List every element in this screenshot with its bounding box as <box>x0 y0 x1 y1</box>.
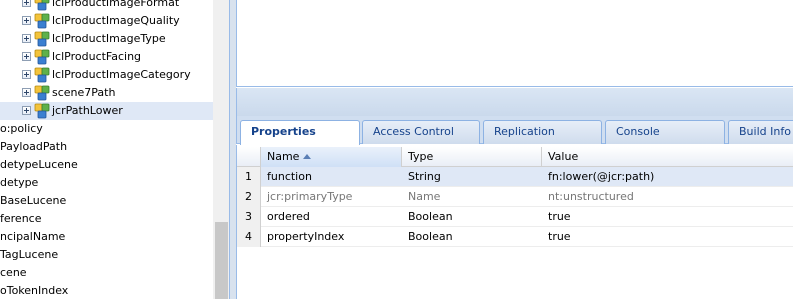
node-icon <box>34 0 50 11</box>
node-icon <box>34 49 50 65</box>
tree-node-label: jcrPathLower <box>52 104 123 117</box>
content-panel <box>236 0 793 87</box>
panel-header-bar <box>236 88 793 116</box>
panel-splitter[interactable] <box>229 0 236 299</box>
cell-name: ordered <box>267 210 310 223</box>
tree-node-label: lclProductFacing <box>52 50 142 63</box>
cell-type: Name <box>408 190 441 203</box>
expand-icon[interactable] <box>22 70 31 79</box>
tab-label: Replication <box>494 125 555 138</box>
cell-name: propertyIndex <box>267 230 345 243</box>
tree-node-label: ference <box>0 212 42 225</box>
cell-type: Boolean <box>408 210 453 223</box>
header-rownum <box>237 147 261 167</box>
tab-build-info[interactable]: Build Info <box>728 120 793 144</box>
tab-replication[interactable]: Replication <box>483 120 602 144</box>
cell-value: fn:lower(@jcr:path) <box>548 170 655 183</box>
cell-type: String <box>408 170 441 183</box>
node-icon <box>34 13 50 29</box>
cell-name: function <box>267 170 312 183</box>
header-type-label: Type <box>408 150 434 163</box>
tree-node-label: cene <box>0 266 27 279</box>
expand-icon[interactable] <box>22 88 31 97</box>
tree-node[interactable]: detype <box>0 174 229 192</box>
row-number: 1 <box>237 167 261 187</box>
tab-access-control[interactable]: Access Control <box>362 120 480 144</box>
tree-node[interactable]: TagLucene <box>0 246 229 264</box>
header-value[interactable]: Value <box>542 147 793 167</box>
expand-icon[interactable] <box>22 34 31 43</box>
tab-bar: Properties Access Control Replication Co… <box>236 116 793 145</box>
node-icon <box>34 85 50 101</box>
cell-value: true <box>548 230 571 243</box>
cell-value: true <box>548 210 571 223</box>
table-row[interactable]: 4 propertyIndex Boolean true <box>237 227 793 247</box>
header-name[interactable]: Name <box>261 147 402 167</box>
tree-node-label: oTokenIndex <box>0 284 69 297</box>
tree-node[interactable]: lclProductImageCategory <box>0 66 229 84</box>
tree-node-label: o:policy <box>0 122 43 135</box>
tab-label: Build Info <box>739 125 791 138</box>
properties-grid: Name Type Value 1 function String fn:low… <box>236 145 793 299</box>
tree-node[interactable]: cene <box>0 264 229 282</box>
tree-node-label: lclProductImageCategory <box>52 68 191 81</box>
tree-node[interactable]: PayloadPath <box>0 138 229 156</box>
tree-node-label: lclProductImageFormat <box>52 0 180 9</box>
tree-node[interactable]: detypeLucene <box>0 156 229 174</box>
node-icon <box>34 103 50 119</box>
cell-type: Boolean <box>408 230 453 243</box>
expand-icon[interactable] <box>22 106 31 115</box>
tree-node-label: lclProductImageType <box>52 32 166 45</box>
tree-node-label: lclProductImageQuality <box>52 14 180 27</box>
tree-node[interactable]: oTokenIndex <box>0 282 229 299</box>
tree-node[interactable]: lclProductImageQuality <box>0 12 229 30</box>
scrollbar-thumb[interactable] <box>215 222 228 299</box>
node-icon <box>34 31 50 47</box>
cell-name: jcr:primaryType <box>267 190 353 203</box>
tree-node[interactable]: lclProductImageType <box>0 30 229 48</box>
header-type[interactable]: Type <box>402 147 542 167</box>
tree-node-label: PayloadPath <box>0 140 68 153</box>
tab-label: Properties <box>251 125 316 138</box>
tree-panel: lclProductImageFormat lclProductImageQua… <box>0 0 229 299</box>
tree-node[interactable]: scene7Path <box>0 84 229 102</box>
tab-label: Console <box>616 125 660 138</box>
tree-node-label: detypeLucene <box>0 158 78 171</box>
tree-node[interactable]: ncipalName <box>0 228 229 246</box>
sort-ascending-icon <box>303 154 312 159</box>
node-icon <box>34 67 50 83</box>
grid-header: Name Type Value <box>237 147 793 167</box>
expand-icon[interactable] <box>22 52 31 61</box>
tree-node-label: scene7Path <box>52 86 116 99</box>
tab-label: Access Control <box>373 125 454 138</box>
tree-node[interactable]: o:policy <box>0 120 229 138</box>
table-row[interactable]: 2 jcr:primaryType Name nt:unstructured <box>237 187 793 207</box>
tree-node[interactable]: ference <box>0 210 229 228</box>
row-number: 2 <box>237 187 261 207</box>
tree-scrollbar[interactable] <box>213 0 229 299</box>
tab-properties[interactable]: Properties <box>240 120 360 145</box>
header-name-label: Name <box>267 150 300 163</box>
tree-node-selected[interactable]: jcrPathLower <box>0 102 229 120</box>
row-number: 4 <box>237 227 261 247</box>
tree-node-label: TagLucene <box>0 248 59 261</box>
expand-icon[interactable] <box>22 16 31 25</box>
row-number: 3 <box>237 207 261 227</box>
tab-console[interactable]: Console <box>605 120 725 144</box>
tree-node[interactable]: lclProductFacing <box>0 48 229 66</box>
expand-icon[interactable] <box>22 0 31 7</box>
cell-value: nt:unstructured <box>548 190 634 203</box>
header-value-label: Value <box>548 150 579 163</box>
tree-node[interactable]: lclProductImageFormat <box>0 0 229 12</box>
tree-node[interactable]: BaseLucene <box>0 192 229 210</box>
tree-node-label: ncipalName <box>0 230 66 243</box>
table-row[interactable]: 1 function String fn:lower(@jcr:path) <box>237 167 793 187</box>
tree-node-label: BaseLucene <box>0 194 67 207</box>
tree-node-label: detype <box>0 176 39 189</box>
table-row[interactable]: 3 ordered Boolean true <box>237 207 793 227</box>
